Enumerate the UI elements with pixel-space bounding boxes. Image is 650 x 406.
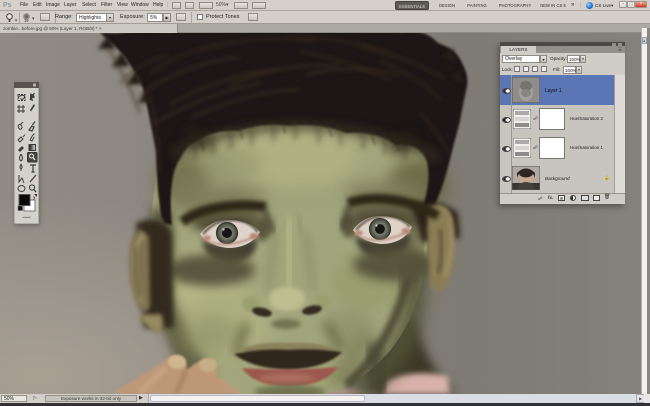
- svg-text:▬▬: ▬▬: [23, 214, 31, 219]
